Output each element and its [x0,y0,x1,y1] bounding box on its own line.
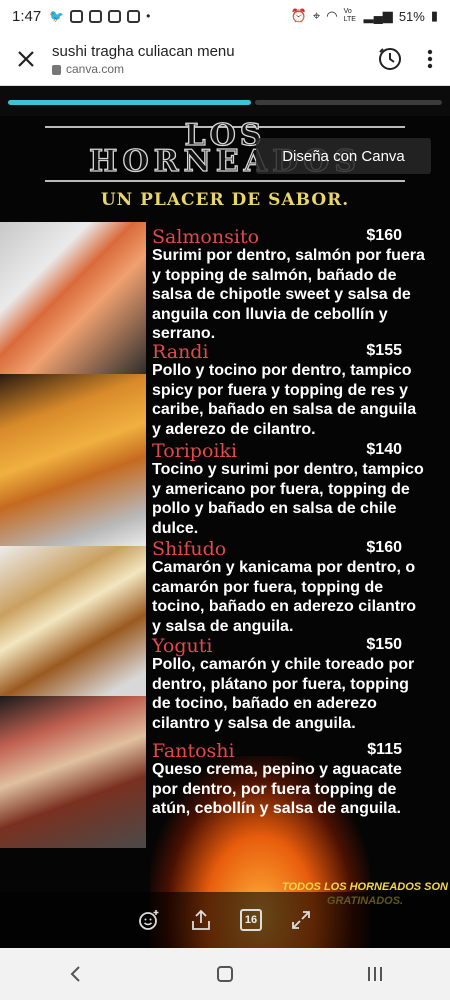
viewer-toolbar: 16 [0,892,450,948]
home-button[interactable] [205,954,245,994]
dot-icon: • [146,9,151,23]
share-button[interactable] [188,907,214,933]
item-price: $150 [366,636,402,653]
item-price: $115 [367,741,402,758]
page-progress [8,100,442,105]
item-name: Shifudo [152,538,227,560]
progress-fill [8,100,251,105]
battery-icon: ▮ [430,8,438,23]
recents-icon [368,967,382,981]
item-name: Fantoshi [152,740,235,762]
instagram-icon-3 [108,9,122,23]
header-rule-bottom [45,180,405,182]
page-title: sushi tragha culiacan menu [52,43,235,60]
food-image-fantoshi [0,696,146,848]
phone-screen: 1:47 🐦 • ⏰ ⌖ ◠ Vo LTE ▂▄▆ 51% ▮ sushi tr… [0,0,450,1000]
item-price: $155 [366,342,402,359]
fullscreen-button[interactable] [288,907,314,933]
item-name: Toripoiki [152,440,238,462]
item-description: Tocino y surimi por dentro, tampico y am… [152,461,424,537]
page-info[interactable]: sushi tragha culiacan menu canva.com [52,41,370,76]
emoji-add-icon [139,910,159,930]
status-bar: 1:47 🐦 • ⏰ ⌖ ◠ Vo LTE ▂▄▆ 51% ▮ [0,0,450,32]
item-description: Pollo, camarón y chile toreado por dentr… [152,656,415,732]
item-description: Surimi por dentro, salmón por fuera y to… [152,247,425,343]
food-image-salmonsito [0,222,146,374]
location-icon: ⌖ [312,8,321,23]
home-icon [217,966,233,982]
expand-icon [292,911,310,929]
canva-badge[interactable]: Diseña con Canva [256,138,431,174]
system-icons: ⏰ ⌖ ◠ Vo LTE ▂▄▆ 51% ▮ [291,8,438,24]
url-row: canva.com [52,62,370,76]
instagram-icon [70,9,84,23]
menu-flyer: LOS HORNEADOS Diseña con Canva UN PLACER… [0,116,450,948]
twitter-icon: 🐦 [49,9,65,23]
recents-button[interactable] [355,954,395,994]
status-time: 1:47 [12,7,42,25]
food-image-shifudo [0,546,146,696]
close-button[interactable] [0,32,52,86]
back-button[interactable] [55,954,95,994]
food-image-randi [0,374,146,546]
page-count-button[interactable]: 16 [240,909,262,931]
notification-icons: 🐦 • [49,9,150,23]
battery-percent: 51% [398,8,425,24]
item-name: Yoguti [152,635,213,657]
item-price: $160 [366,227,402,244]
item-name: Randi [152,341,209,363]
page-url: canva.com [66,62,125,76]
canva-viewer: LOS HORNEADOS Diseña con Canva UN PLACER… [0,86,450,948]
reactions-button[interactable] [136,907,162,933]
signal-icon: ▂▄▆ [363,8,393,23]
browser-header: sushi tragha culiacan menu canva.com [0,32,450,86]
history-button[interactable] [370,39,410,79]
lock-icon [52,65,61,75]
item-description: Camarón y kanicama por dentro, o camarón… [152,559,417,635]
wifi-icon: ◠ [326,8,338,23]
back-icon [70,966,80,982]
item-price: $160 [366,539,402,556]
tagline: UN PLACER DE SABOR. [100,190,350,210]
item-description: Queso crema, pepino y aguacate por dentr… [152,761,402,818]
android-nav-bar [0,948,450,1000]
instagram-icon-2 [89,9,103,23]
clock-icon [379,47,401,70]
item-description: Pollo y tocino por dentro, tampico spicy… [152,362,417,438]
volte-icon: Vo LTE [343,8,356,23]
close-icon [18,50,34,67]
snapchat-icon [127,9,141,23]
item-price: $140 [366,441,402,458]
item-name: Salmonsito [152,226,260,248]
share-icon [192,909,210,930]
more-options-button[interactable] [410,39,450,79]
more-vert-icon [427,49,433,68]
alarm-icon: ⏰ [290,8,307,23]
progress-track [255,100,442,105]
